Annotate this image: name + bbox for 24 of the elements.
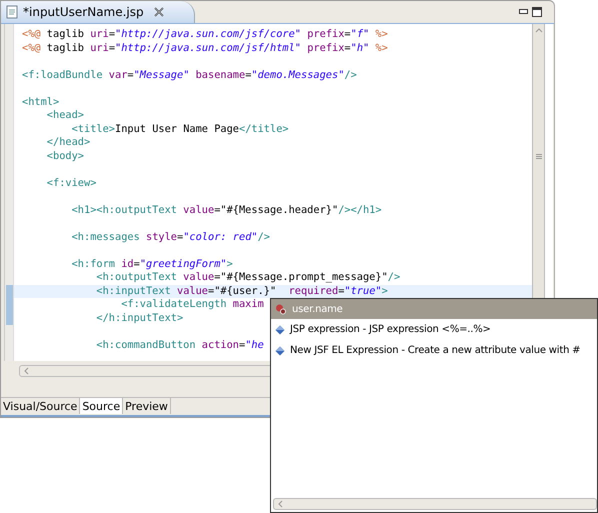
code-line: <f:validateLength maxim [120, 298, 264, 310]
code-line: <title>Input User Name Page</title> [70, 122, 289, 134]
completion-item[interactable]: JSP expression - JSP expression <%=..%> [271, 319, 597, 340]
code-line: <f:loadBundle var="Message" basename="demo.Messages"/> [22, 68, 357, 80]
code-line: <head> [46, 109, 84, 121]
editor-tab[interactable]: *inputUserName.jsp [1, 1, 195, 23]
code-line: <f:view> [46, 176, 96, 188]
editor-mode-tab[interactable]: Source [80, 398, 124, 414]
code-line: <h1><h:outputText value="#{Message.header}"/></h1> [70, 204, 382, 216]
code-line: <h:commandButton action="he [95, 338, 264, 350]
editor-tab-title: *inputUserName.jsp [23, 5, 144, 19]
completion-item[interactable]: New JSF EL Expression - Create a new attribute value with # [271, 340, 597, 361]
code-line: <h:messages style="color: red"/> [70, 230, 270, 242]
code-line: <h:outputText value="#{Message.prompt_message}"/> [95, 271, 400, 283]
code-line: </h:inputText> [95, 312, 184, 324]
code-line: </head> [46, 136, 90, 148]
code-line: <body> [46, 150, 84, 162]
code-line: <h:inputText value="#{user.}" required="true"> [95, 284, 388, 296]
code-line: <html> [22, 96, 60, 108]
code-line: <%@ taglib uri="http://java.sun.com/jsf/html" prefix="h" %> [22, 42, 388, 54]
editor-mode-tab[interactable]: Visual/Source [1, 398, 80, 414]
code-line: <h:form id="greetingForm"> [70, 258, 233, 270]
code-line: <%@ taglib uri="http://java.sun.com/jsf/core" prefix="f" %> [22, 28, 388, 40]
editor-mode-tab[interactable]: Preview [123, 398, 171, 414]
